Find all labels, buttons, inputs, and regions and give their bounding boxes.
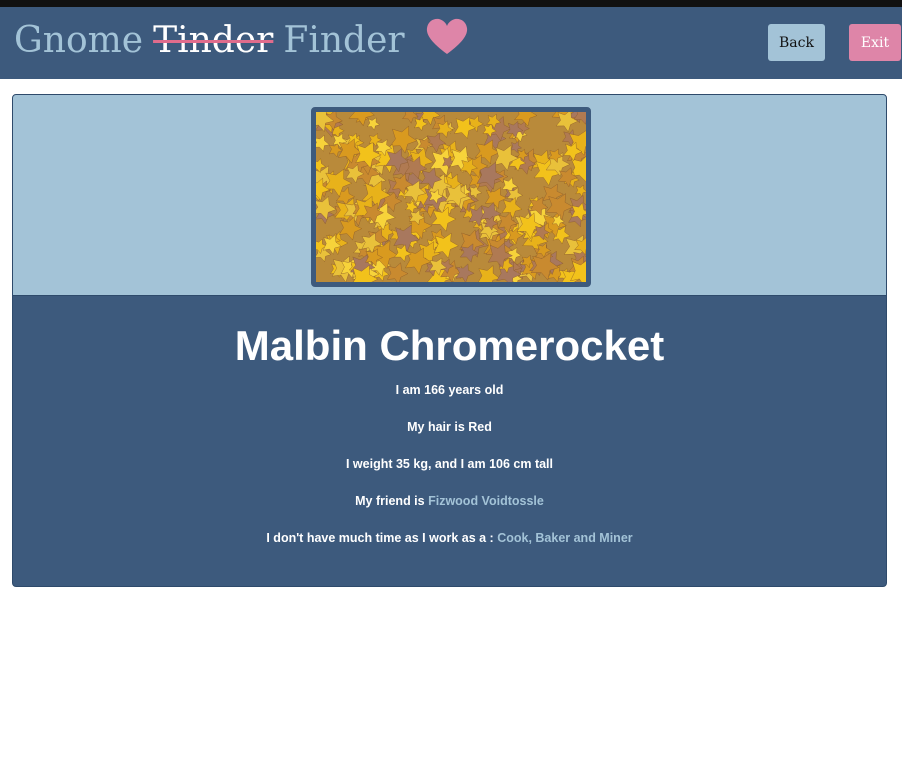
friend-line: My friend is Fizwood Voidtossle xyxy=(13,493,886,509)
exit-button[interactable]: Exit xyxy=(849,24,901,61)
heart-icon xyxy=(426,18,468,54)
size-text: I weight 35 kg, and I am 106 cm tall xyxy=(345,457,554,471)
navbar: Gnome Tinder Finder Back Exit xyxy=(0,7,902,79)
work-list: Cook, Baker and Miner xyxy=(497,531,633,545)
brand-text-struck: Tinder xyxy=(153,20,274,61)
brand-text-gnome: Gnome xyxy=(14,20,144,61)
window-top-strip xyxy=(0,0,902,7)
back-button[interactable]: Back xyxy=(768,24,825,61)
brand-text-finder: Finder xyxy=(283,20,405,61)
age-text: I am 166 years old xyxy=(395,383,504,397)
profile-photo xyxy=(311,107,591,287)
work-line: I don't have much time as I work as a : … xyxy=(13,530,886,546)
brand-logo: Gnome Tinder Finder xyxy=(14,18,468,61)
hair-text: My hair is Red xyxy=(407,420,492,434)
profile-card: Malbin Chromerocket I am 166 years old M… xyxy=(12,94,887,587)
profile-name: Malbin Chromerocket xyxy=(234,322,665,369)
friend-link[interactable]: Fizwood Voidtossle xyxy=(428,494,544,508)
work-prefix: I don't have much time as I work as a : xyxy=(266,531,494,545)
profile-details: Malbin Chromerocket I am 166 years old M… xyxy=(13,324,886,546)
profile-card-header xyxy=(13,95,886,296)
friend-prefix: My friend is xyxy=(355,494,425,508)
